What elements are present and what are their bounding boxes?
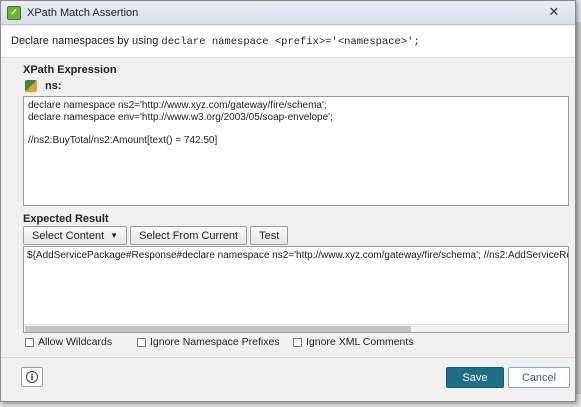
xpath-line: //ns2:BuyTotal/ns2:Amount[text() = 742.5… xyxy=(28,134,218,146)
footer-divider xyxy=(1,357,575,358)
xpath-expression-heading: XPath Expression xyxy=(23,64,117,76)
select-content-button[interactable]: Select Content ▼ xyxy=(23,226,128,245)
ignore-namespace-prefixes-label: Ignore Namespace Prefixes xyxy=(150,336,280,348)
window-title: XPath Match Assertion xyxy=(27,6,139,19)
chevron-down-icon: ▼ xyxy=(110,231,119,240)
save-button[interactable]: Save xyxy=(446,367,504,388)
hint-text: Declare namespaces by using xyxy=(11,35,162,47)
soapui-app-icon: ✓ xyxy=(7,5,21,20)
ignore-xml-comments-checkbox[interactable] xyxy=(293,337,302,347)
xpath-line: declare namespace ns2='http://www.xyz.co… xyxy=(28,100,327,111)
scrollbar-thumb[interactable] xyxy=(25,326,411,332)
select-content-label: Select Content xyxy=(32,229,105,242)
allow-wildcards-label: Allow Wildcards xyxy=(38,336,113,348)
xpath-expression-editor[interactable]: declare namespace ns2='http://www.xyz.co… xyxy=(23,96,569,206)
select-from-current-button[interactable]: Select From Current xyxy=(130,226,248,245)
assertion-options: Allow Wildcards Ignore Namespace Prefixe… xyxy=(25,336,565,350)
hint-code: declare namespace <prefix>='<namespace>'… xyxy=(161,36,420,48)
namespace-icon[interactable] xyxy=(25,80,37,92)
namespace-row: ns: xyxy=(25,80,62,92)
ignore-namespace-prefixes-option[interactable]: Ignore Namespace Prefixes xyxy=(137,336,280,348)
info-icon: i xyxy=(26,371,38,383)
ignore-xml-comments-label: Ignore XML Comments xyxy=(306,336,414,348)
horizontal-scrollbar[interactable] xyxy=(24,324,568,332)
expected-result-toolbar: Select Content ▼ Select From Current Tes… xyxy=(23,226,289,245)
expected-result-editor[interactable]: ${AddServicePackage#Response#declare nam… xyxy=(23,246,569,333)
xpath-match-assertion-dialog: ✓ XPath Match Assertion ✕ Declare namesp… xyxy=(0,0,576,402)
expected-result-heading: Expected Result xyxy=(23,213,109,225)
namespace-hint-banner: Declare namespaces by using declare name… xyxy=(1,26,575,58)
cancel-button[interactable]: Cancel xyxy=(508,367,570,388)
allow-wildcards-checkbox[interactable] xyxy=(25,337,34,347)
ignore-namespace-prefixes-checkbox[interactable] xyxy=(137,337,146,347)
xpath-line xyxy=(28,123,564,135)
info-button[interactable]: i xyxy=(21,367,43,387)
allow-wildcards-option[interactable]: Allow Wildcards xyxy=(25,336,112,348)
title-bar: ✓ XPath Match Assertion ✕ xyxy=(1,1,575,25)
namespace-label: ns: xyxy=(45,80,62,92)
expected-result-value: ${AddServicePackage#Response#declare nam… xyxy=(27,250,569,261)
xpath-line: declare namespace env='http://www.w3.org… xyxy=(28,111,333,123)
ignore-xml-comments-option[interactable]: Ignore XML Comments xyxy=(293,336,414,348)
test-button[interactable]: Test xyxy=(250,226,289,245)
close-icon[interactable]: ✕ xyxy=(545,4,563,20)
